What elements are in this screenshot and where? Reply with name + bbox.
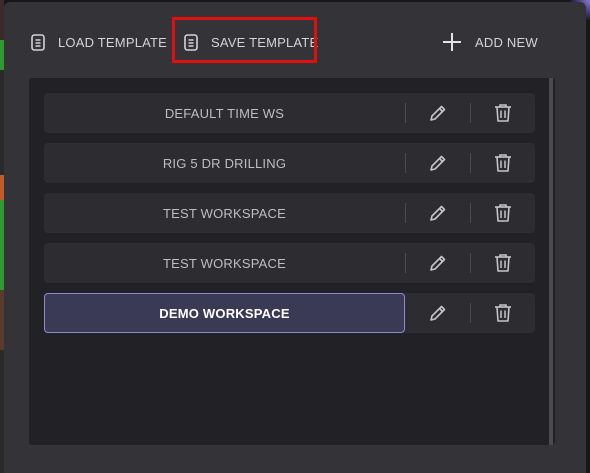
trash-icon (495, 254, 511, 272)
trash-icon (495, 154, 511, 172)
delete-workspace-button[interactable] (491, 101, 515, 125)
load-template-button[interactable]: LOAD TEMPLATE (30, 28, 167, 56)
divider (470, 303, 471, 323)
trash-icon (495, 204, 511, 222)
delete-workspace-button[interactable] (491, 201, 515, 225)
pencil-icon (430, 155, 446, 171)
trash-icon (495, 104, 511, 122)
delete-workspace-button[interactable] (491, 301, 515, 325)
divider (405, 153, 406, 173)
edit-workspace-button[interactable] (426, 251, 450, 275)
workspace-name[interactable]: RIG 5 DR DRILLING (44, 143, 405, 183)
plus-icon (442, 32, 462, 52)
workspace-row: RIG 5 DR DRILLING (44, 143, 535, 183)
save-template-button[interactable]: SAVE TEMPLATE (183, 28, 318, 56)
divider (470, 253, 471, 273)
workspace-name[interactable]: TEST WORKSPACE (44, 193, 405, 233)
workspace-row: DEFAULT TIME WS (44, 93, 535, 133)
divider (405, 253, 406, 273)
workspace-row-selected: DEMO WORKSPACE (44, 293, 535, 333)
divider (405, 103, 406, 123)
divider (405, 203, 406, 223)
trash-icon (495, 304, 511, 322)
delete-workspace-button[interactable] (491, 251, 515, 275)
edit-workspace-button[interactable] (426, 151, 450, 175)
delete-workspace-button[interactable] (491, 151, 515, 175)
workspace-row: TEST WORKSPACE (44, 243, 535, 283)
divider (470, 103, 471, 123)
document-icon (30, 33, 46, 51)
load-template-label: LOAD TEMPLATE (58, 34, 168, 50)
divider (470, 203, 471, 223)
save-template-label: SAVE TEMPLATE (211, 34, 319, 50)
pencil-icon (430, 205, 446, 221)
edit-workspace-button[interactable] (426, 201, 450, 225)
workspace-name[interactable]: DEMO WORKSPACE (44, 293, 405, 333)
divider (470, 153, 471, 173)
pencil-icon (430, 255, 446, 271)
document-icon (183, 33, 199, 51)
workspace-row: TEST WORKSPACE (44, 193, 535, 233)
edit-workspace-button[interactable] (426, 301, 450, 325)
add-new-label: ADD NEW (475, 34, 538, 50)
workspace-list-scrollbar[interactable] (549, 78, 553, 445)
workspace-name[interactable]: TEST WORKSPACE (44, 243, 405, 283)
pencil-icon (430, 305, 446, 321)
add-new-button[interactable]: ADD NEW (442, 28, 538, 56)
edit-workspace-button[interactable] (426, 101, 450, 125)
pencil-icon (430, 105, 446, 121)
workspace-name[interactable]: DEFAULT TIME WS (44, 93, 405, 133)
